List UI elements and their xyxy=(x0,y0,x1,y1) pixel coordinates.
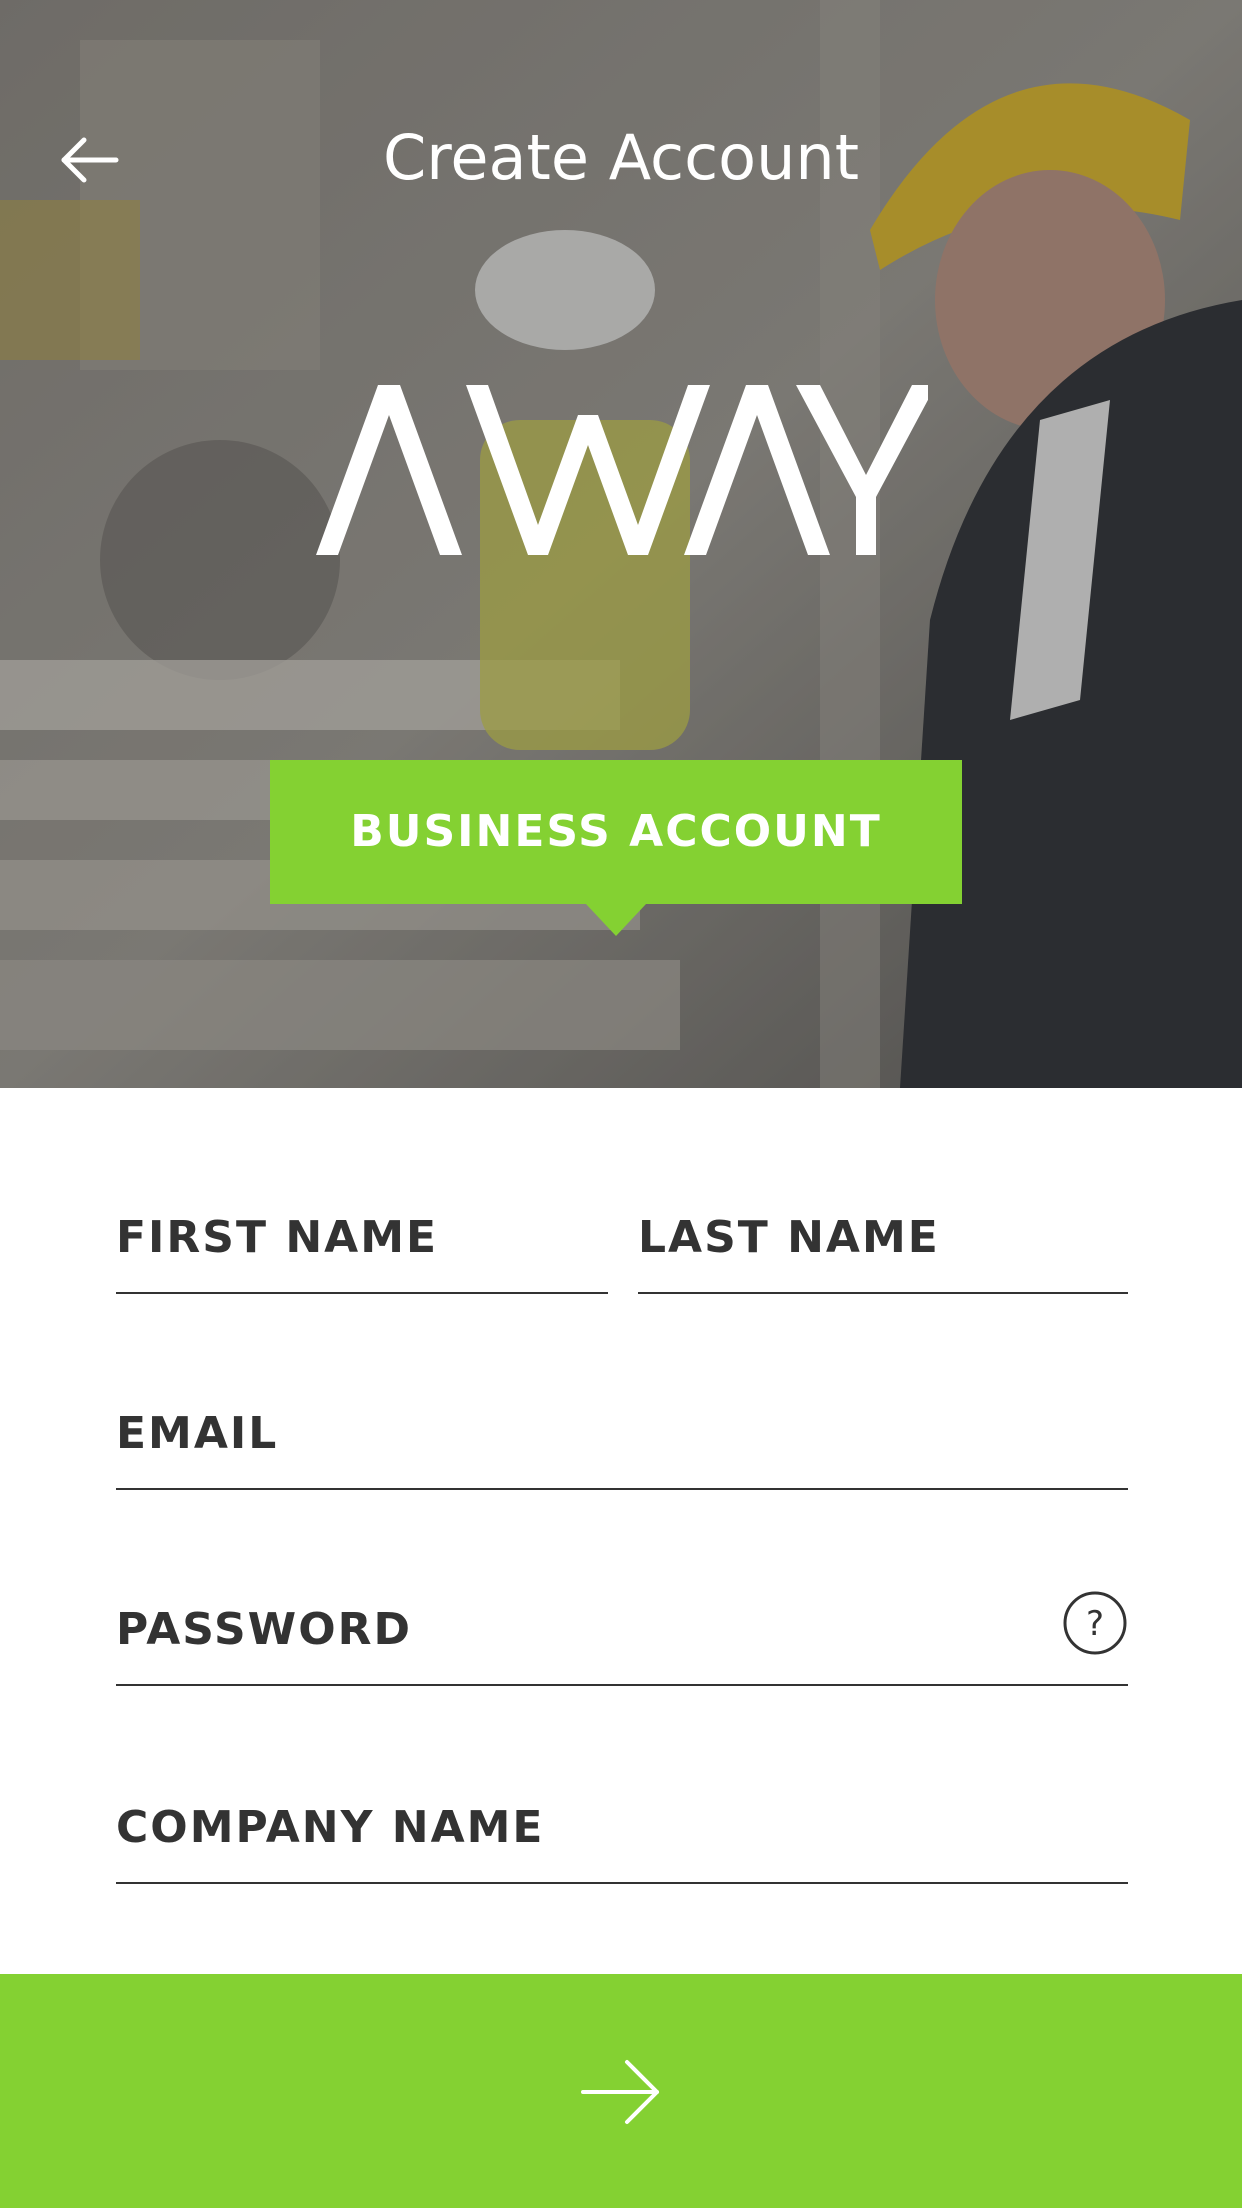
email-field-container xyxy=(116,1380,1128,1490)
first-name-input[interactable] xyxy=(116,1202,608,1272)
password-input[interactable] xyxy=(116,1594,1128,1664)
tab-pointer xyxy=(586,904,646,936)
question-circle-icon: ? xyxy=(1063,1591,1127,1655)
first-name-field-container xyxy=(116,1184,608,1294)
email-input[interactable] xyxy=(116,1398,1128,1468)
signup-form: ? xyxy=(0,1088,1242,1974)
hero-header: Create Account BUSINESS ACCOUNT xyxy=(0,0,1242,1088)
arrow-right-icon xyxy=(581,2060,659,2124)
company-name-input[interactable] xyxy=(116,1792,1128,1862)
business-account-tab[interactable]: BUSINESS ACCOUNT xyxy=(270,760,962,936)
password-help-button[interactable]: ? xyxy=(1062,1590,1128,1656)
password-field-container: ? xyxy=(116,1576,1128,1686)
last-name-field-container xyxy=(638,1184,1128,1294)
svg-text:?: ? xyxy=(1086,1604,1104,1644)
away-logo-mark xyxy=(316,385,928,555)
continue-button[interactable] xyxy=(0,1974,1242,2208)
page-title: Create Account xyxy=(382,121,860,194)
business-account-label: BUSINESS ACCOUNT xyxy=(350,806,882,857)
last-name-input[interactable] xyxy=(638,1202,1128,1272)
brand-logo xyxy=(316,385,928,555)
company-name-field-container xyxy=(116,1774,1128,1884)
